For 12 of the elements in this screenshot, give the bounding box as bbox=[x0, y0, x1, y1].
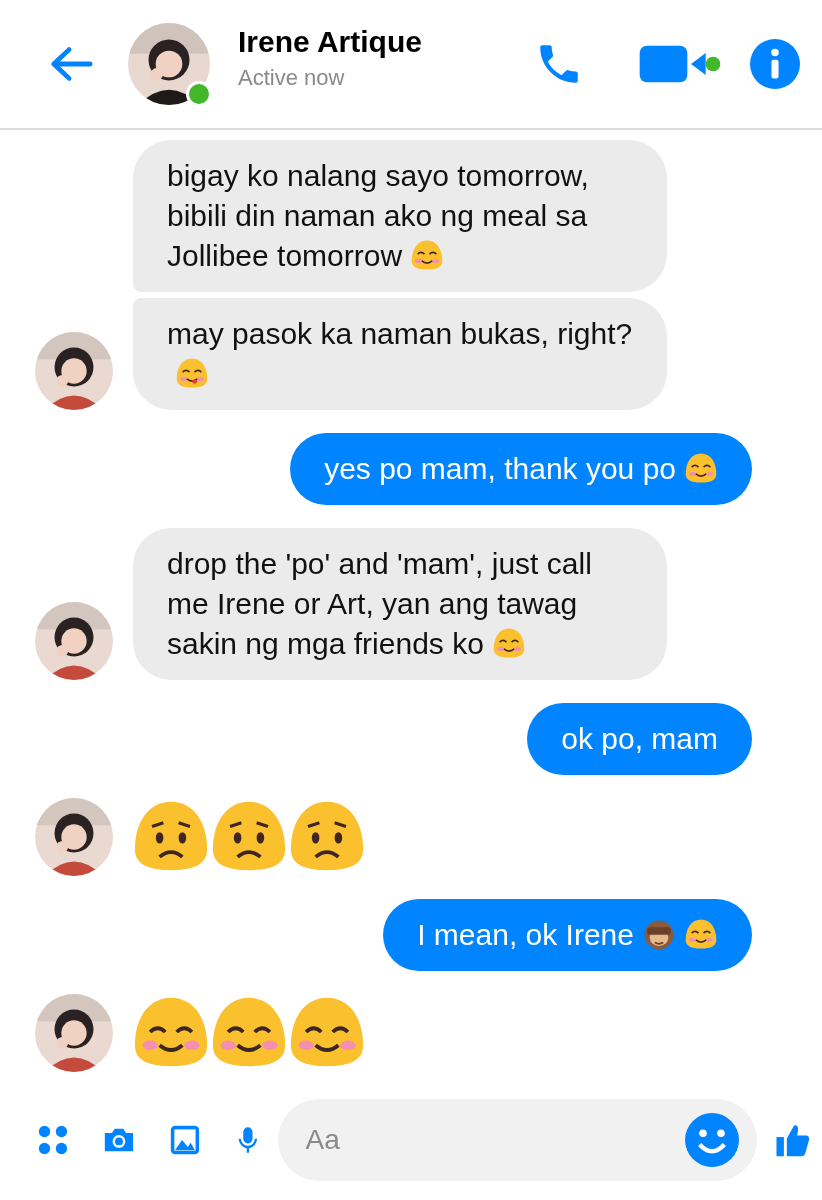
active-status: Active now bbox=[238, 65, 346, 91]
message-bubble: bigay ko nalang sayo tomorrow, bibili din naman ako ng meal sa Jollibee tomorrow bbox=[133, 140, 667, 292]
contact-name: Irene Artique bbox=[238, 25, 423, 59]
emoji-icon[interactable] bbox=[684, 1113, 739, 1167]
message-bubble: ok po, mam bbox=[527, 703, 752, 775]
message-input[interactable]: Aa bbox=[277, 1099, 757, 1181]
back-icon[interactable] bbox=[48, 44, 94, 84]
message-bubble: I mean, ok Irene bbox=[383, 899, 752, 971]
message-bubble: may pasok ka naman bukas, right? bbox=[133, 298, 667, 410]
info-icon[interactable] bbox=[750, 39, 800, 89]
message-bubble: yes po mam, thank you po bbox=[290, 433, 752, 505]
message-bubble: drop the 'po' and 'mam', just call me Irene or Art, yan ang tawag sakin ng mga friends ko bbox=[133, 528, 667, 680]
